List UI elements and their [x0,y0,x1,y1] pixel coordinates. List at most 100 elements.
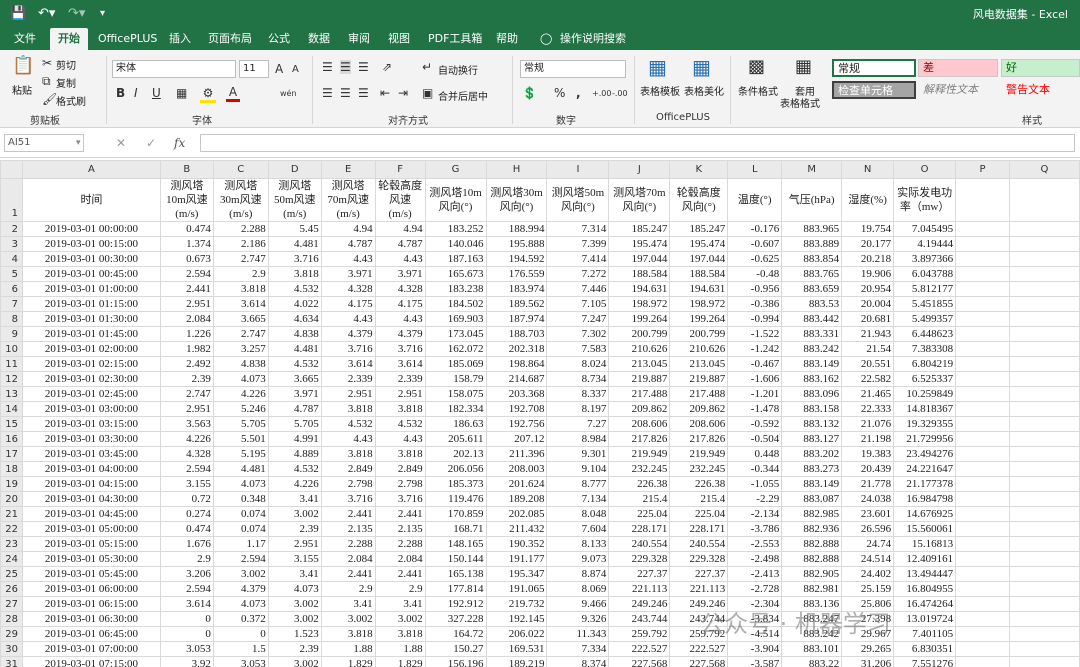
header-cell[interactable]: 测风塔50m风向(°) [546,178,610,222]
value-cell[interactable]: 8.874 [546,566,610,582]
value-cell[interactable]: 4.175 [374,296,426,312]
value-cell[interactable]: 4.991 [267,431,322,447]
value-cell[interactable]: 15.16813 [893,536,957,552]
row-header[interactable]: 28 [0,611,23,627]
tab-file[interactable]: 文件 [6,28,44,50]
value-cell[interactable]: 164.72 [424,626,487,642]
value-cell[interactable]: 3.818 [320,446,376,462]
column-header[interactable]: M [781,160,843,179]
value-cell[interactable]: 4.226 [159,431,214,447]
value-cell[interactable]: 883.965 [781,221,843,237]
table-template-button[interactable]: 表格模板 [640,83,680,98]
empty-cell[interactable] [955,641,1010,657]
value-cell[interactable]: 3.716 [374,341,426,357]
value-cell[interactable]: 200.799 [669,326,729,342]
tab-insert[interactable]: 插入 [161,28,199,50]
value-cell[interactable]: 170.859 [424,506,487,522]
value-cell[interactable]: 4.328 [159,446,214,462]
time-cell[interactable]: 2019-03-01 00:45:00 [21,266,161,282]
row-header[interactable]: 16 [0,431,23,447]
value-cell[interactable]: 213.045 [669,356,729,372]
value-cell[interactable]: 3.818 [320,626,376,642]
row-header[interactable]: 7 [0,296,23,312]
column-header[interactable]: B [159,160,214,179]
time-cell[interactable]: 2019-03-01 02:45:00 [21,386,161,402]
value-cell[interactable]: 150.144 [424,551,487,567]
value-cell[interactable]: 9.073 [546,551,610,567]
value-cell[interactable]: 6.043788 [893,266,957,282]
value-cell[interactable]: 211.432 [485,521,548,537]
value-cell[interactable]: 2.441 [320,566,376,582]
time-cell[interactable]: 2019-03-01 05:00:00 [21,521,161,537]
value-cell[interactable]: 2.135 [320,521,376,537]
value-cell[interactable]: 217.488 [608,386,671,402]
row-header[interactable]: 23 [0,536,23,552]
value-cell[interactable]: 186.63 [424,416,487,432]
value-cell[interactable]: -0.504 [727,431,783,447]
value-cell[interactable]: 195.888 [485,236,548,252]
value-cell[interactable]: 883.22 [781,656,843,667]
value-cell[interactable]: 31.206 [841,656,895,667]
tab-formulas[interactable]: 公式 [260,28,298,50]
value-cell[interactable]: 6.830351 [893,641,957,657]
empty-cell[interactable] [955,611,1010,627]
value-cell[interactable]: 3.716 [267,251,322,267]
empty-cell[interactable] [955,446,1010,462]
value-cell[interactable]: -2.553 [727,536,783,552]
formula-input[interactable] [200,134,1075,152]
value-cell[interactable]: 2.594 [159,461,214,477]
time-cell[interactable]: 2019-03-01 00:30:00 [21,251,161,267]
empty-cell[interactable] [955,416,1010,432]
value-cell[interactable]: 15.560061 [893,521,957,537]
value-cell[interactable]: 201.624 [485,476,548,492]
value-cell[interactable]: 185.247 [669,221,729,237]
value-cell[interactable]: 219.949 [608,446,671,462]
header-cell[interactable]: 测风塔10m风向(°) [424,178,487,222]
value-cell[interactable]: 1.5 [212,641,269,657]
value-cell[interactable]: 3.971 [374,266,426,282]
cell-style-explanatory[interactable]: 解释性文本 [918,81,998,99]
italic-button[interactable]: I [134,86,138,100]
empty-cell[interactable] [955,461,1010,477]
undo-icon[interactable]: ↶▾ [38,5,55,23]
value-cell[interactable]: 8.069 [546,581,610,597]
value-cell[interactable]: 194.631 [669,281,729,297]
value-cell[interactable]: 150.27 [424,641,487,657]
value-cell[interactable]: 176.559 [485,266,548,282]
empty-cell[interactable] [1008,266,1080,282]
column-header[interactable]: F [374,160,426,179]
value-cell[interactable]: 4.379 [212,581,269,597]
value-cell[interactable]: 192.912 [424,596,487,612]
value-cell[interactable]: 4.838 [212,356,269,372]
value-cell[interactable]: 185.247 [608,221,671,237]
value-cell[interactable]: 4.43 [374,251,426,267]
value-cell[interactable]: 1.17 [212,536,269,552]
value-cell[interactable]: 3.716 [320,491,376,507]
row-header[interactable]: 26 [0,581,23,597]
value-cell[interactable]: 3.614 [320,356,376,372]
value-cell[interactable]: 4.328 [320,281,376,297]
value-cell[interactable]: 214.687 [485,371,548,387]
value-cell[interactable]: 7.334 [546,641,610,657]
value-cell[interactable]: 2.339 [374,371,426,387]
header-cell[interactable]: 测风塔10m风速(m/s) [159,178,214,222]
conditional-format-icon[interactable]: ▩ [748,56,765,78]
value-cell[interactable]: 20.681 [841,311,895,327]
row-header[interactable]: 2 [0,221,23,237]
value-cell[interactable]: -2.498 [727,551,783,567]
value-cell[interactable]: 2.084 [159,311,214,327]
value-cell[interactable]: 883.127 [781,431,843,447]
empty-cell[interactable] [955,266,1010,282]
font-size-select[interactable]: 11 [239,60,269,78]
value-cell[interactable]: 229.328 [608,551,671,567]
value-cell[interactable]: 184.502 [424,296,487,312]
value-cell[interactable]: 19.383 [841,446,895,462]
empty-cell[interactable] [1008,581,1080,597]
value-cell[interactable]: 4.073 [212,476,269,492]
value-cell[interactable]: 0.673 [159,251,214,267]
value-cell[interactable]: -0.386 [727,296,783,312]
value-cell[interactable]: 4.532 [267,281,322,297]
value-cell[interactable]: 2.747 [212,326,269,342]
row-header[interactable]: 24 [0,551,23,567]
value-cell[interactable]: 2.441 [374,566,426,582]
